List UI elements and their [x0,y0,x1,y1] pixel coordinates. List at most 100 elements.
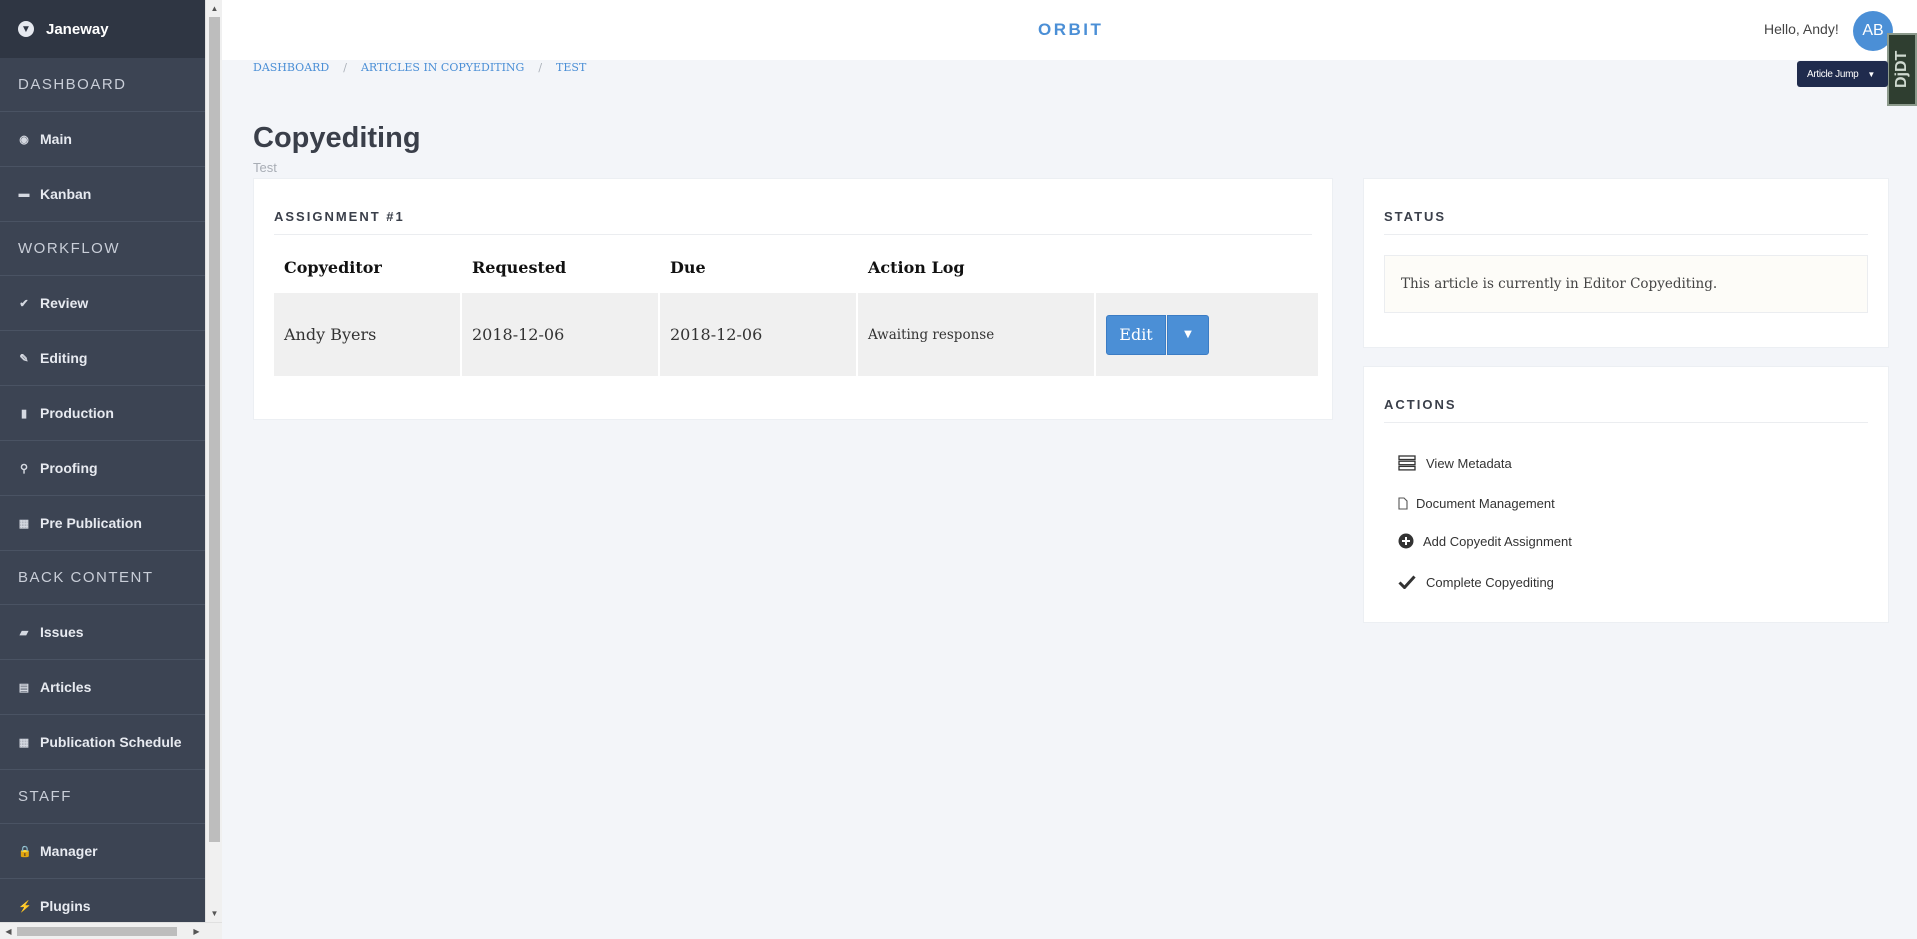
sidebar-brand[interactable]: ▼ Janeway [0,0,205,58]
sidebar-section-back-content: BACK CONTENT [0,551,205,605]
edit-dropdown-toggle[interactable]: ▼ [1167,314,1209,355]
assignment-title: ASSIGNMENT #1 [274,209,1312,235]
sidebar-section-dashboard: DASHBOARD [0,58,205,112]
table-header-row: Copyeditor Requested Due Action Log [274,253,1318,293]
archive-icon: ▦ [18,517,30,530]
edit-button-group: Edit ▼ [1106,314,1308,355]
sidebar-item-review[interactable]: ✔ Review [0,276,205,331]
plus-circle-icon [1398,533,1414,549]
sidebar-item-label: Plugins [40,898,91,914]
page-subtitle: Test [253,160,277,175]
action-document-management[interactable]: Document Management [1398,493,1868,513]
assignment-card: ASSIGNMENT #1 Copyeditor Requested Due A… [253,178,1333,420]
sidebar-item-label: Issues [40,624,84,640]
sidebar: ▼ Janeway DASHBOARD ◉ Main ▬ Kanban WORKFLOW ✔… [0,0,205,939]
sidebar-item-label: Main [40,131,72,147]
scroll-left-icon[interactable]: ◀ [0,923,17,939]
breadcrumb-separator: / [343,61,347,74]
sidebar-item-label: Publication Schedule [40,734,182,750]
sidebar-item-label: Manager [40,843,98,859]
cell-actions: Edit ▼ [1096,293,1318,376]
user-greeting: Hello, Andy! [1764,21,1839,37]
cell-copyeditor: Andy Byers [274,293,460,376]
status-message: This article is currently in Editor Copy… [1384,255,1868,313]
cell-due: 2018-12-06 [660,293,856,376]
sidebar-item-proofing[interactable]: ⚲ Proofing [0,441,205,496]
page-title: Copyediting [253,122,421,154]
sidebar-section-staff: STAFF [0,770,205,824]
sidebar-item-manager[interactable]: 🔒 Manager [0,824,205,879]
breadcrumb-articles-in-copyediting[interactable]: ARTICLES IN COPYEDITING [361,61,524,74]
file-icon: ▤ [18,681,30,694]
scroll-down-icon[interactable]: ▼ [206,905,223,922]
column-header: Action Log [868,257,965,277]
column-header: Due [670,257,706,277]
action-label: Add Copyedit Assignment [1423,533,1572,549]
action-view-metadata[interactable]: View Metadata [1398,453,1868,473]
pencil-icon: ✎ [19,352,29,365]
caret-down-icon: ▼ [1867,69,1876,79]
action-complete-copyediting[interactable]: Complete Copyediting [1398,572,1868,592]
lock-icon: 🔒 [18,845,32,858]
sidebar-item-pre-publication[interactable]: ▦ Pre Publication [0,496,205,551]
sidebar-menu: DASHBOARD ◉ Main ▬ Kanban WORKFLOW ✔ Review ✎ Edi… [0,58,205,934]
breadcrumb-dashboard[interactable]: DASHBOARD [253,61,329,74]
horizontal-scrollbar[interactable]: ◀ ▶ [0,922,222,939]
status-title: STATUS [1384,209,1868,235]
hscrollbar-thumb[interactable] [17,927,177,936]
sidebar-item-label: Review [40,295,89,311]
cell-action-log: Awaiting response [858,293,1094,376]
actions-title: ACTIONS [1384,397,1868,423]
sidebar-item-articles[interactable]: ▤ Articles [0,660,205,715]
article-jump-button[interactable]: Article Jump ▼ [1797,61,1888,87]
sidebar-item-label: Kanban [40,186,92,202]
scroll-right-icon[interactable]: ▶ [188,923,205,939]
sidebar-item-label: Articles [40,679,92,695]
vertical-scrollbar[interactable]: ▲ ▼ [205,0,222,922]
server-icon [1398,455,1416,471]
sidebar-item-kanban[interactable]: ▬ Kanban [0,167,205,222]
sidebar-item-label: Proofing [40,460,98,476]
brand-label: Janeway [46,20,109,38]
action-label: View Metadata [1426,455,1512,471]
document-icon [1398,496,1408,510]
sidebar-item-editing[interactable]: ✎ Editing [0,331,205,386]
breadcrumb: DASHBOARD / ARTICLES IN COPYEDITING / TE… [253,61,586,74]
cell-requested: 2018-12-06 [462,293,658,376]
status-card: STATUS This article is currently in Edit… [1363,178,1889,348]
action-add-copyedit-assignment[interactable]: Add Copyedit Assignment [1398,531,1868,551]
column-header: Copyeditor [284,257,382,277]
sidebar-item-issues[interactable]: ▰ Issues [0,605,205,660]
article-jump-label: Article Jump [1807,68,1859,80]
debug-toolbar-handle[interactable]: DjDT [1887,33,1917,106]
column-header: Requested [472,257,567,277]
sidebar-item-label: Pre Publication [40,515,142,531]
caret-down-icon: ▼ [1184,329,1192,340]
plug-icon: ⚡ [18,900,32,913]
sidebar-section-workflow: WORKFLOW [0,222,205,276]
bookmark-icon: ▮ [20,407,28,420]
table-row: Andy Byers 2018-12-06 2018-12-06 Awaitin… [274,293,1318,376]
edit-button[interactable]: Edit [1106,314,1166,355]
scrollbar-thumb[interactable] [209,17,220,842]
sidebar-item-publication-schedule[interactable]: ▦ Publication Schedule [0,715,205,770]
actions-card: ACTIONS View Metadata Document Managemen… [1363,366,1889,623]
breadcrumb-test[interactable]: TEST [556,61,586,74]
sidebar-item-main[interactable]: ◉ Main [0,112,205,167]
site-title[interactable]: ORBIT [1038,20,1103,40]
breadcrumb-separator: / [538,61,543,74]
sidebar-item-production[interactable]: ▮ Production [0,386,205,441]
kanban-icon: ▬ [18,188,30,200]
check-icon [1398,575,1416,589]
scroll-up-icon[interactable]: ▲ [206,0,223,17]
check-icon: ✔ [19,297,29,310]
action-label: Complete Copyediting [1426,574,1554,590]
action-label: Document Management [1416,495,1555,511]
top-bar: ORBIT Hello, Andy! AB [222,0,1917,60]
dashboard-icon: ◉ [19,133,29,146]
sidebar-item-label: Production [40,405,114,421]
calendar-icon: ▦ [18,736,30,749]
sidebar-item-label: Editing [40,350,88,366]
search-icon: ⚲ [19,462,29,475]
chevron-down-icon: ▼ [18,21,34,37]
